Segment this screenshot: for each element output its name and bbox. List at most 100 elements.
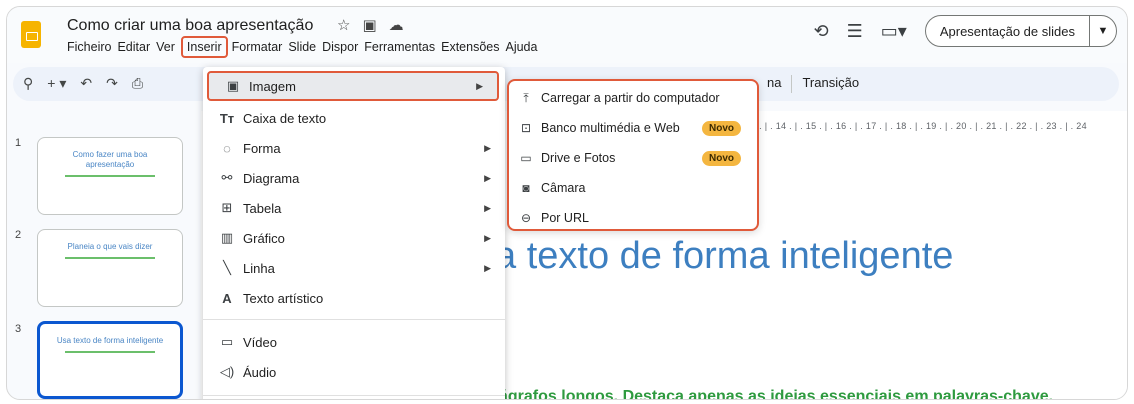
menu-ver[interactable]: Ver: [156, 40, 181, 58]
slideshow-label[interactable]: Apresentação de slides: [926, 16, 1090, 46]
slide-number: 2: [15, 229, 22, 241]
chevron-down-icon[interactable]: ▼: [1090, 25, 1116, 37]
table-icon: ⊞: [221, 200, 233, 215]
undo-icon[interactable]: ↶: [80, 75, 92, 92]
submenu-item-media-bank[interactable]: ⊡ Banco multimédia e Web Novo: [509, 113, 757, 143]
submenu-item-drive[interactable]: ▭ Drive e Fotos Novo: [509, 143, 757, 173]
toolbar-left: ⚲ + ▾ ↶ ↷ ⎙: [23, 75, 143, 92]
submenu-item-url[interactable]: ⊖ Por URL: [509, 203, 757, 233]
video-icon: ▭: [220, 334, 234, 349]
top-bar: Como criar uma boa apresentação ☆ ▣ ☁ Fi…: [7, 7, 1127, 63]
menu-item-label: Tabela: [243, 200, 282, 216]
slide-thumbnail-2[interactable]: Planeia o que vais dizer: [37, 229, 183, 307]
menu-ajuda[interactable]: Ajuda: [505, 40, 543, 58]
transition-button[interactable]: Transição: [802, 75, 859, 93]
menu-item-label: Linha: [243, 260, 275, 276]
slideshow-button[interactable]: Apresentação de slides ▼: [924, 15, 1117, 47]
slide-number: 3: [15, 323, 22, 335]
submenu-arrow-icon: ▶: [484, 142, 491, 153]
menu-item-forma[interactable]: ◌ Forma ▶: [203, 133, 505, 163]
horizontal-ruler: 3 . | . 14 . | . 15 . | . 16 . | . 17 . …: [751, 121, 1087, 131]
slide-body-text[interactable]: ágrafos longos. Destaca apenas as ideias…: [499, 388, 1053, 399]
shape-icon: ◌: [223, 140, 231, 156]
insert-menu: ▣ Imagem ▶ Tт Caixa de texto ◌ Forma ▶ ⚯…: [203, 67, 505, 399]
comments-icon[interactable]: ☰: [847, 21, 863, 42]
slide-thumbnail-subtitle: [65, 351, 155, 353]
menu-bar: Ficheiro Editar Ver Inserir Formatar Sli…: [67, 36, 543, 58]
media-bank-icon: ⊡: [520, 121, 532, 135]
menu-item-texto-artistico[interactable]: A Texto artístico: [203, 283, 505, 313]
slide-thumbnail-title: Como fazer uma boa apresentação: [72, 150, 148, 169]
move-folder-icon[interactable]: ▣: [362, 16, 376, 34]
line-icon: ╲: [223, 260, 231, 275]
camera-icon: ◙: [522, 181, 530, 195]
slide-title[interactable]: a texto de forma inteligente: [495, 235, 953, 278]
new-badge: Novo: [702, 150, 741, 166]
menu-item-label: Áudio: [243, 364, 277, 380]
image-submenu: ⤒ Carregar a partir do computador ⊡ Banc…: [507, 79, 759, 231]
right-tools: ⟲ ☰ ▭▾ Apresentação de slides ▼: [814, 15, 1117, 47]
toolbar-divider: [791, 75, 793, 93]
menu-item-tabela[interactable]: ⊞ Tabela ▶: [203, 193, 505, 223]
folder-icon: ▭: [520, 151, 532, 165]
submenu-arrow-icon: ▶: [484, 232, 491, 243]
link-icon: ⊖: [520, 211, 532, 225]
toolbar-partial-label[interactable]: na: [767, 75, 781, 93]
diagram-icon: ⚯: [221, 170, 233, 185]
text-box-icon: Tт: [219, 110, 235, 126]
menu-dispor[interactable]: Dispor: [322, 40, 364, 58]
submenu-item-label: Por URL: [541, 211, 589, 225]
menu-item-audio[interactable]: ◁) Áudio: [203, 357, 505, 387]
menu-editar[interactable]: Editar: [117, 40, 156, 58]
menu-item-linha[interactable]: ╲ Linha ▶: [203, 253, 505, 283]
submenu-item-label: Carregar a partir do computador: [541, 91, 720, 105]
menu-item-diagrama[interactable]: ⚯ Diagrama ▶: [203, 163, 505, 193]
new-badge: Novo: [702, 120, 741, 136]
slide-thumbnail-3[interactable]: Usa texto de forma inteligente: [37, 321, 183, 399]
menu-extensoes[interactable]: Extensões: [441, 40, 505, 58]
submenu-item-camera[interactable]: ◙ Câmara: [509, 173, 757, 203]
upload-icon: ⤒: [523, 90, 529, 105]
app-window: Como criar uma boa apresentação ☆ ▣ ☁ Fi…: [6, 6, 1128, 400]
cloud-status-icon[interactable]: ☁: [389, 16, 404, 34]
menu-item-imagem[interactable]: ▣ Imagem ▶: [207, 71, 499, 101]
meet-icon[interactable]: ▭▾: [881, 21, 907, 42]
menu-ficheiro[interactable]: Ficheiro: [67, 40, 117, 58]
slide-thumbnail-title: Planeia o que vais dizer: [67, 242, 153, 251]
submenu-item-upload[interactable]: ⤒ Carregar a partir do computador: [509, 83, 757, 113]
search-icon[interactable]: ⚲: [23, 75, 33, 92]
submenu-arrow-icon: ▶: [484, 202, 491, 213]
new-slide-icon[interactable]: + ▾: [47, 75, 66, 92]
slide-number: 1: [15, 137, 22, 149]
menu-divider: [203, 395, 505, 396]
star-icon[interactable]: ☆: [337, 16, 350, 34]
word-art-icon: A: [222, 290, 232, 306]
image-icon: ▣: [226, 78, 240, 93]
menu-item-video[interactable]: ▭ Vídeo: [203, 327, 505, 357]
menu-item-label: Forma: [243, 140, 281, 156]
menu-item-label: Imagem: [249, 78, 296, 94]
menu-item-label: Caixa de texto: [243, 110, 327, 126]
print-icon[interactable]: ⎙: [132, 75, 143, 92]
history-icon[interactable]: ⟲: [814, 21, 829, 42]
slide-thumbnail-1[interactable]: Como fazer uma boa apresentação: [37, 137, 183, 215]
menu-formatar[interactable]: Formatar: [232, 40, 289, 58]
redo-icon[interactable]: ↷: [106, 75, 118, 92]
slide-thumbnail-subtitle: [65, 257, 155, 259]
submenu-arrow-icon: ▶: [484, 172, 491, 183]
menu-item-label: Diagrama: [243, 170, 300, 186]
submenu-item-label: Banco multimédia e Web: [541, 121, 680, 135]
menu-item-grafico[interactable]: ▥ Gráfico ▶: [203, 223, 505, 253]
menu-slide[interactable]: Slide: [288, 40, 322, 58]
chart-icon: ▥: [220, 230, 234, 245]
slide-thumbnail-title: Usa texto de forma inteligente: [56, 336, 164, 345]
slides-logo-icon[interactable]: [21, 21, 41, 48]
menu-ferramentas[interactable]: Ferramentas: [364, 40, 441, 58]
menu-item-label: Texto artístico: [243, 290, 324, 306]
submenu-arrow-icon: ▶: [484, 262, 491, 273]
toolbar-right: na Transição: [767, 75, 859, 93]
document-title[interactable]: Como criar uma boa apresentação: [67, 17, 313, 35]
menu-inserir[interactable]: Inserir: [180, 36, 228, 58]
title-icons: ☆ ▣ ☁: [337, 16, 404, 34]
menu-item-caixa-de-texto[interactable]: Tт Caixa de texto: [203, 103, 505, 133]
